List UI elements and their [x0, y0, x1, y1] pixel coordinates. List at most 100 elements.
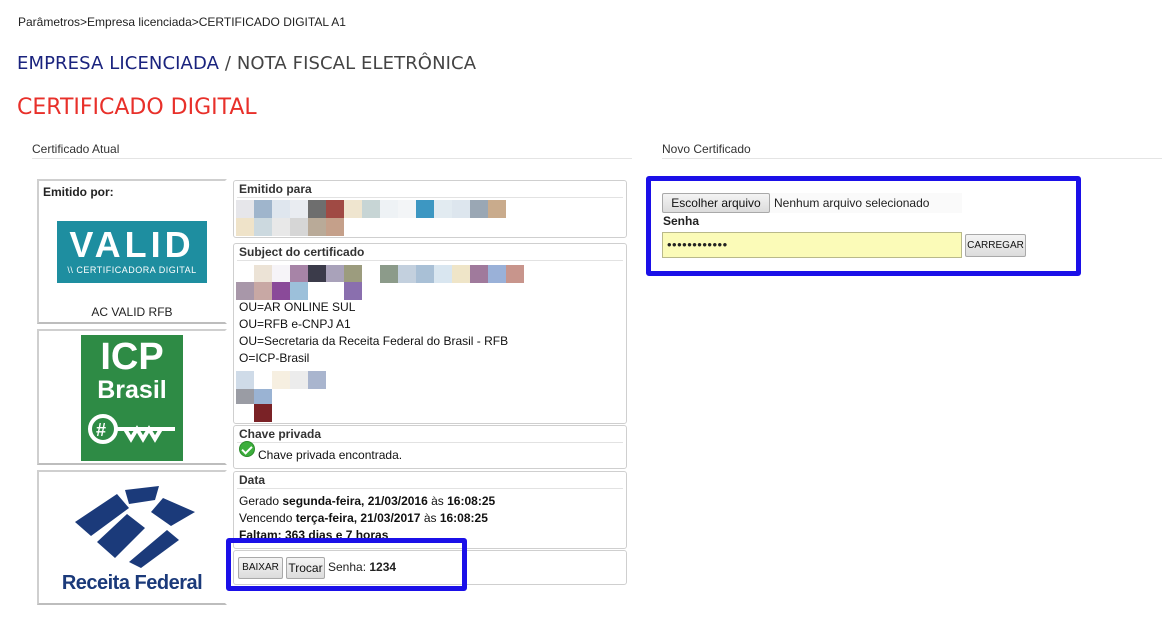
check-circle-icon: [239, 441, 255, 457]
download-button[interactable]: BAIXAR: [238, 557, 283, 579]
redacted-pixel: [254, 371, 272, 389]
subject-redacted-2: [236, 282, 362, 300]
new-password-input[interactable]: ••••••••••••: [662, 232, 962, 258]
receita-federal-box: Receita Federal: [37, 470, 227, 605]
redacted-pixel: [290, 218, 308, 236]
redacted-pixel: [254, 218, 272, 236]
heading-nfe: NOTA FISCAL ELETRÔNICA: [236, 53, 477, 74]
dates-title: Data: [239, 473, 266, 487]
expires-date: terça-feira, 21/03/2017: [295, 511, 421, 525]
change-button[interactable]: Trocar: [286, 557, 325, 579]
breadcrumb: Parâmetros>Empresa licenciada>CERTIFICAD…: [18, 15, 346, 29]
issuer-box: Emitido por: VALID \\ CERTIFICADORA DIGI…: [37, 179, 227, 324]
redacted-pixel: [290, 282, 308, 300]
redacted-pixel: [236, 218, 254, 236]
redacted-pixel: [344, 200, 362, 218]
valid-logo: VALID \\ CERTIFICADORA DIGITAL: [57, 221, 207, 283]
redacted-pixel: [470, 265, 488, 283]
redacted-pixel: [326, 265, 344, 283]
generated-time: 16:08:25: [447, 494, 496, 508]
redacted-pixel: [398, 200, 416, 218]
redacted-pixel: [326, 282, 344, 300]
redacted-pixel: [308, 282, 326, 300]
redacted-pixel: [308, 200, 326, 218]
redacted-pixel: [470, 200, 488, 218]
private-key-title: Chave privada: [239, 427, 322, 441]
expires-time: 16:08:25: [439, 511, 488, 525]
redacted-pixel: [434, 265, 452, 283]
redacted-pixel: [398, 265, 416, 283]
redacted-pixel: [236, 265, 254, 283]
redacted-pixel: [380, 200, 398, 218]
redacted-pixel: [506, 265, 524, 283]
heading-separator: /: [219, 53, 237, 74]
redacted-pixel: [308, 265, 326, 283]
redacted-pixel: [236, 200, 254, 218]
current-password-label: Senha:: [328, 560, 370, 574]
redacted-pixel: [236, 404, 254, 422]
subject-line: O=ICP-Brasil: [239, 351, 310, 365]
receita-federal-text: Receita Federal: [61, 572, 203, 594]
current-cert-divider: [32, 158, 632, 159]
redacted-pixel: [416, 200, 434, 218]
issued-to-panel: Emitido para: [233, 180, 627, 238]
redacted-pixel: [290, 265, 308, 283]
icp-logo-line2: Brasil: [97, 376, 167, 404]
redacted-pixel: [326, 218, 344, 236]
redacted-pixel: [308, 371, 326, 389]
redacted-pixel: [416, 265, 434, 283]
redacted-pixel: [272, 218, 290, 236]
redacted-pixel: [290, 200, 308, 218]
subject-redacted-5: [236, 404, 272, 422]
subject-line: OU=RFB e-CNPJ A1: [239, 317, 351, 331]
choose-file-button[interactable]: Escolher arquivo: [662, 193, 770, 213]
private-key-status: Chave privada encontrada.: [258, 448, 403, 462]
redacted-pixel: [254, 265, 272, 283]
private-key-panel: Chave privada Chave privada encontrada.: [233, 425, 627, 469]
receita-federal-emblem-icon: [75, 486, 195, 568]
subject-title: Subject do certificado: [239, 245, 365, 259]
redacted-pixel: [488, 200, 506, 218]
subject-panel: Subject do certificado OU=AR ONLINE SUL …: [233, 243, 627, 424]
redacted-pixel: [452, 200, 470, 218]
new-cert-divider: [662, 158, 1162, 159]
file-input[interactable]: Escolher arquivo Nenhum arquivo selecion…: [662, 193, 962, 213]
valid-logo-sub: \\ CERTIFICADORA DIGITAL: [67, 265, 197, 275]
page-heading: EMPRESA LICENCIADA / NOTA FISCAL ELETRÔN…: [17, 53, 476, 74]
redacted-pixel: [326, 200, 344, 218]
redacted-pixel: [362, 265, 380, 283]
issuer-label: Emitido por:: [43, 185, 114, 199]
current-password-value: 1234: [369, 560, 397, 574]
current-password: Senha: 1234: [328, 560, 396, 574]
issuer-name: AC VALID RFB: [91, 305, 173, 319]
subject-line: OU=Secretaria da Receita Federal do Bras…: [239, 334, 509, 348]
redacted-pixel: [290, 371, 308, 389]
subject-redacted-3: [236, 371, 326, 389]
redacted-pixel: [236, 371, 254, 389]
page-title: CERTIFICADO DIGITAL: [17, 95, 257, 120]
redacted-pixel: [434, 200, 452, 218]
new-password-label: Senha: [663, 214, 700, 228]
redacted-pixel: [344, 265, 362, 283]
icp-logo-line1: ICP: [100, 336, 164, 378]
issued-to-title: Emitido para: [239, 182, 312, 196]
subject-line: OU=AR ONLINE SUL: [239, 300, 356, 314]
subject-redacted-1: [236, 265, 524, 283]
redacted-pixel: [272, 371, 290, 389]
current-cert-section-label: Certificado Atual: [32, 142, 120, 156]
generated-line: Gerado segunda-feira, 21/03/2016 às 16:0…: [239, 494, 496, 508]
redacted-pixel: [254, 404, 272, 422]
new-cert-highlight: [646, 176, 1081, 276]
redacted-pixel: [254, 282, 272, 300]
load-button[interactable]: CARREGAR: [965, 234, 1026, 257]
svg-text:#: #: [96, 420, 106, 440]
redacted-pixel: [362, 200, 380, 218]
redacted-pixel: [380, 265, 398, 283]
redacted-pixel: [272, 200, 290, 218]
redacted-pixel: [488, 265, 506, 283]
redacted-pixel: [452, 265, 470, 283]
heading-company-link[interactable]: EMPRESA LICENCIADA: [17, 53, 219, 74]
redacted-pixel: [236, 282, 254, 300]
no-file-text: Nenhum arquivo selecionado: [774, 196, 930, 210]
new-cert-section-label: Novo Certificado: [662, 142, 751, 156]
